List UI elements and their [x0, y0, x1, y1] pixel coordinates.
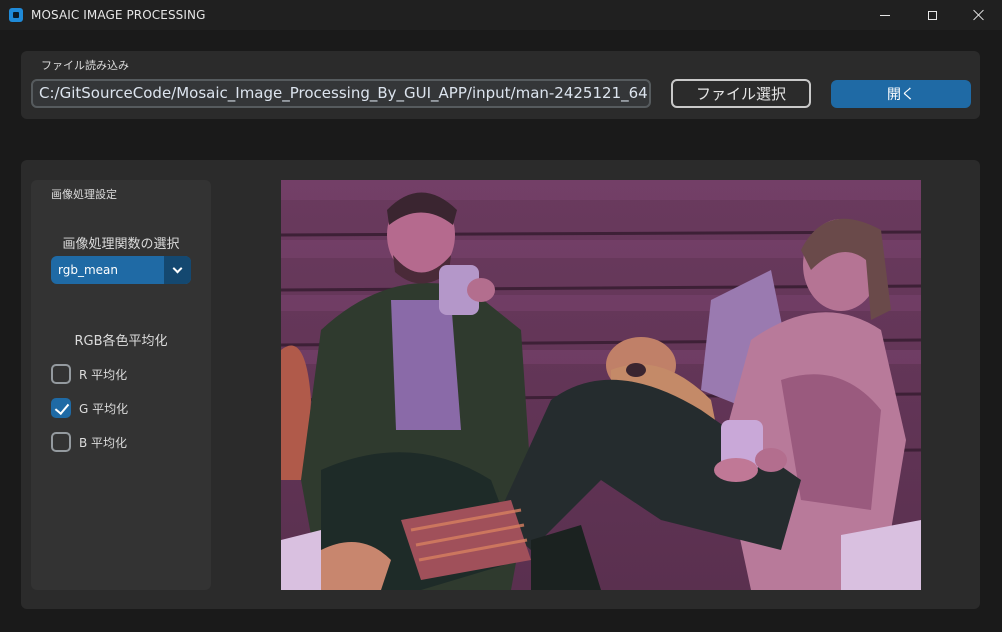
settings-label: 画像処理設定 — [51, 188, 117, 201]
checkbox-g-mean[interactable]: G 平均化 — [51, 396, 128, 420]
file-select-button[interactable]: ファイル選択 — [671, 79, 811, 108]
file-load-label: ファイル読み込み — [41, 59, 129, 72]
checkbox-r-mean[interactable]: R 平均化 — [51, 362, 127, 386]
checkbox-b-mean[interactable]: B 平均化 — [51, 430, 127, 454]
image-preview — [281, 180, 921, 590]
function-combobox-value: rgb_mean — [58, 263, 118, 277]
close-button[interactable] — [955, 0, 1001, 30]
maximize-icon — [927, 10, 937, 20]
title-bar: MOSAIC IMAGE PROCESSING — [0, 0, 1002, 30]
checkbox-g-box[interactable] — [51, 398, 71, 418]
checkbox-r-label[interactable]: R 平均化 — [79, 366, 127, 383]
image-settings-panel: 画像処理設定 画像処理関数の選択 rgb_mean RGB各色平均化 R 平均化… — [31, 180, 211, 590]
main-frame: 画像処理設定 画像処理関数の選択 rgb_mean RGB各色平均化 R 平均化… — [21, 160, 980, 609]
maximize-button[interactable] — [909, 0, 955, 30]
open-button[interactable]: 開く — [831, 80, 971, 108]
checkbox-r-box[interactable] — [51, 364, 71, 384]
processed-photo — [281, 180, 921, 590]
minimize-icon — [880, 14, 890, 16]
checkbox-g-label[interactable]: G 平均化 — [79, 400, 128, 417]
app-icon — [9, 8, 23, 22]
checkbox-b-box[interactable] — [51, 432, 71, 452]
file-path-input[interactable]: C:/GitSourceCode/Mosaic_Image_Processing… — [31, 79, 651, 108]
chevron-down-icon — [172, 263, 183, 273]
function-combobox[interactable]: rgb_mean — [51, 256, 191, 284]
dropdown-button[interactable] — [164, 256, 191, 284]
rgb-mean-label: RGB各色平均化 — [74, 334, 168, 349]
close-icon — [972, 9, 984, 21]
minimize-button[interactable] — [862, 0, 908, 30]
checkbox-b-label[interactable]: B 平均化 — [79, 434, 127, 451]
file-load-frame: ファイル読み込み C:/GitSourceCode/Mosaic_Image_P… — [21, 51, 980, 119]
window-title: MOSAIC IMAGE PROCESSING — [31, 8, 206, 22]
function-select-label: 画像処理関数の選択 — [62, 237, 180, 252]
